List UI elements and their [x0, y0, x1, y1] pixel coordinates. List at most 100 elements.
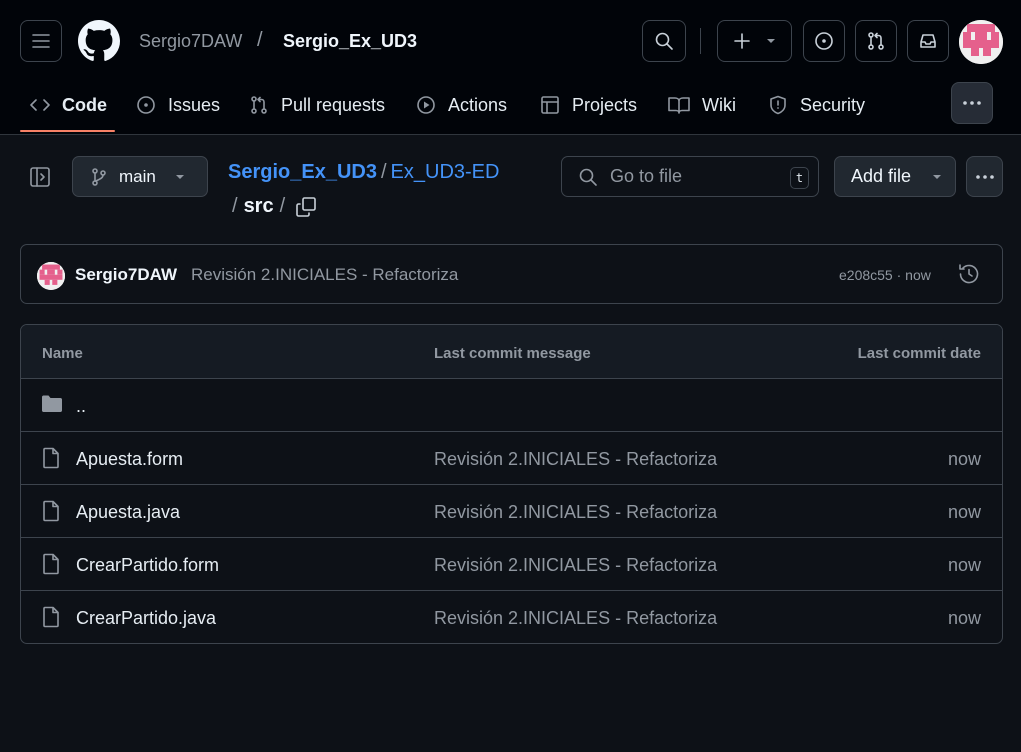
file-path-breadcrumb: Sergio_Ex_UD3/Ex_UD3-ED — [228, 161, 499, 184]
tab-wiki[interactable]: Wiki — [668, 84, 736, 126]
kebab-horizontal-icon — [975, 174, 994, 179]
copy-icon — [296, 196, 316, 217]
file-icon — [43, 606, 59, 628]
file-table: Name Last commit message Last commit dat… — [20, 324, 1003, 644]
breadcrumb-owner[interactable]: Sergio7DAW — [139, 31, 242, 52]
pull-request-icon — [251, 96, 267, 114]
inbox-icon — [920, 34, 936, 48]
search-icon — [579, 168, 597, 186]
file-icon — [43, 553, 59, 575]
file-name[interactable]: CrearPartido.java — [76, 608, 216, 629]
tab-projects[interactable]: Projects — [540, 84, 637, 126]
column-header-message: Last commit message — [434, 345, 591, 362]
code-icon — [30, 99, 50, 111]
header-divider — [700, 28, 701, 54]
file-name[interactable]: Apuesta.form — [76, 449, 183, 470]
path-current-folder: src — [243, 195, 274, 217]
keyboard-shortcut-hint: t — [790, 167, 809, 189]
inbox-button[interactable] — [907, 20, 949, 62]
more-tabs-button[interactable] — [951, 82, 993, 124]
table-row[interactable]: Apuesta.java Revisión 2.INICIALES - Refa… — [21, 485, 1002, 538]
copy-path-button[interactable] — [295, 196, 317, 218]
tab-actions[interactable]: Actions — [416, 84, 507, 126]
table-row-parent[interactable]: .. — [21, 379, 1002, 432]
file-commit-date: now — [947, 502, 981, 522]
kebab-horizontal-icon — [963, 101, 981, 105]
git-pull-request-icon — [868, 32, 884, 50]
file-name[interactable]: Apuesta.java — [76, 502, 180, 523]
identicon-icon — [37, 262, 65, 290]
tab-pull-requests[interactable]: Pull requests — [249, 84, 385, 126]
table-header: Name Last commit message Last commit dat… — [21, 325, 1002, 379]
pull-requests-button[interactable] — [855, 20, 897, 62]
shield-icon — [770, 95, 786, 115]
tab-pull-requests-label: Pull requests — [281, 94, 386, 115]
book-icon — [668, 97, 690, 114]
tab-security[interactable]: Security — [768, 84, 865, 126]
breadcrumb-separator: / — [257, 29, 263, 51]
tab-code-label: Code — [62, 94, 107, 115]
tab-issues-label: Issues — [168, 94, 221, 115]
chevron-down-icon — [766, 39, 775, 43]
commit-sha-time[interactable]: e208c55 · now — [839, 267, 931, 283]
path-repo-link[interactable]: Sergio_Ex_UD3 — [228, 161, 377, 183]
column-header-name: Name — [42, 345, 83, 362]
create-new-button[interactable] — [717, 20, 792, 62]
user-avatar[interactable] — [959, 20, 1003, 64]
commit-author-avatar[interactable] — [37, 262, 65, 290]
file-commit-message[interactable]: Revisión 2.INICIALES - Refactoriza — [434, 608, 717, 629]
tab-security-label: Security — [800, 94, 866, 115]
path-separator: / — [279, 195, 286, 217]
tab-projects-label: Projects — [572, 94, 638, 115]
git-branch-icon — [92, 167, 106, 186]
file-path-current: / src / — [232, 195, 317, 218]
active-tab-underline — [20, 130, 115, 132]
breadcrumb-repo[interactable]: Sergio_Ex_UD3 — [283, 31, 417, 52]
branch-selector[interactable]: main — [72, 156, 208, 197]
file-commit-date: now — [947, 608, 981, 628]
add-file-label: Add file — [851, 166, 912, 186]
chevron-down-icon — [175, 174, 184, 179]
hamburger-icon — [32, 34, 50, 48]
global-header: Sergio7DAW / Sergio_Ex_UD3 Code Issues P… — [0, 0, 1021, 135]
tab-code[interactable]: Code — [30, 84, 107, 126]
search-button[interactable] — [642, 20, 686, 62]
path-folder-link[interactable]: Ex_UD3-ED — [391, 161, 500, 183]
more-options-button[interactable] — [966, 156, 1003, 197]
latest-commit-box: Sergio7DAW Revisión 2.INICIALES - Refact… — [20, 244, 1003, 304]
tab-issues[interactable]: Issues — [136, 84, 220, 126]
file-name[interactable]: CrearPartido.form — [76, 555, 219, 576]
path-separator: / — [232, 195, 238, 217]
plus-icon — [733, 33, 750, 49]
history-icon — [959, 264, 979, 284]
file-commit-message[interactable]: Revisión 2.INICIALES - Refactoriza — [434, 449, 717, 470]
play-icon — [417, 96, 435, 114]
github-logo-icon[interactable] — [78, 20, 120, 62]
sidebar-expand-button[interactable] — [28, 165, 54, 191]
identicon-icon — [959, 20, 1003, 64]
table-row[interactable]: CrearPartido.form Revisión 2.INICIALES -… — [21, 538, 1002, 591]
folder-icon — [42, 395, 62, 412]
table-row[interactable]: CrearPartido.java Revisión 2.INICIALES -… — [21, 591, 1002, 643]
add-file-button[interactable]: Add file — [834, 156, 956, 197]
tab-actions-label: Actions — [448, 94, 508, 115]
history-button[interactable] — [957, 262, 981, 286]
go-to-file-input[interactable]: Go to file t — [561, 156, 819, 197]
issues-button[interactable] — [803, 20, 845, 62]
commit-message[interactable]: Revisión 2.INICIALES - Refactoriza — [191, 265, 458, 285]
file-commit-message[interactable]: Revisión 2.INICIALES - Refactoriza — [434, 555, 717, 576]
commit-author[interactable]: Sergio7DAW — [75, 265, 177, 285]
branch-name: main — [119, 166, 156, 186]
file-commit-date: now — [947, 449, 981, 469]
parent-directory-link[interactable]: .. — [76, 396, 86, 417]
file-commit-date: now — [947, 555, 981, 575]
menu-button[interactable] — [20, 20, 62, 62]
file-icon — [43, 447, 59, 469]
go-to-file-placeholder: Go to file — [610, 166, 683, 186]
issue-icon — [137, 96, 155, 114]
file-commit-message[interactable]: Revisión 2.INICIALES - Refactoriza — [434, 502, 717, 523]
table-row[interactable]: Apuesta.form Revisión 2.INICIALES - Refa… — [21, 432, 1002, 485]
path-separator: / — [380, 161, 387, 183]
chevron-down-icon — [933, 174, 942, 179]
issue-opened-icon — [815, 32, 833, 50]
